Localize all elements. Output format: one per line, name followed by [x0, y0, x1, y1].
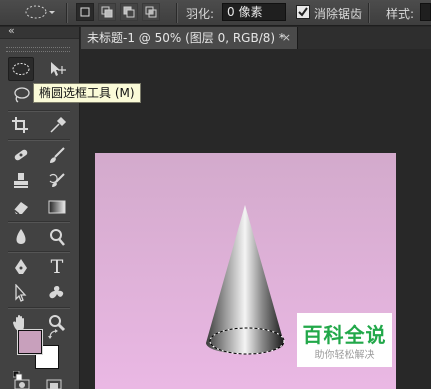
- intersect-selection-button[interactable]: [142, 3, 160, 21]
- separator: [176, 3, 178, 23]
- separator: [8, 251, 70, 253]
- document-tab-title: 未标题-1 @ 50% (图层 0, RGB/8) *: [87, 31, 285, 45]
- new-selection-button[interactable]: [76, 3, 94, 21]
- gradient-tool[interactable]: [44, 195, 70, 219]
- style-label: 样式:: [386, 7, 415, 21]
- subtract-from-selection-button[interactable]: [120, 3, 138, 21]
- pen-tool[interactable]: [8, 255, 34, 279]
- close-tab-button[interactable]: ×: [282, 27, 291, 49]
- brush-tool[interactable]: [44, 143, 70, 167]
- antialias-label: 消除锯齿: [314, 7, 363, 21]
- tools-panel-header: «: [0, 24, 79, 39]
- blur-tool[interactable]: [8, 225, 34, 249]
- feather-label: 羽化:: [186, 7, 215, 21]
- history-brush-tool[interactable]: [44, 169, 70, 193]
- feather-input[interactable]: 0 像素: [222, 3, 286, 21]
- healing-brush-tool[interactable]: [8, 143, 34, 167]
- separator: [8, 307, 70, 309]
- separator: [8, 139, 70, 141]
- quick-mask-button[interactable]: [14, 379, 32, 389]
- type-tool[interactable]: T: [44, 255, 70, 279]
- separator: [368, 3, 370, 23]
- lasso-tool[interactable]: [8, 83, 34, 107]
- options-bar: 羽化: 0 像素 消除锯齿 样式:: [0, 0, 431, 26]
- watermark-title: 百科全说: [302, 323, 387, 347]
- path-selection-tool[interactable]: [8, 281, 34, 305]
- tool-tooltip: 椭圆选框工具 (M): [33, 83, 141, 103]
- swap-colors-icon[interactable]: [48, 329, 60, 341]
- panel-grip[interactable]: [6, 47, 70, 52]
- dodge-tool[interactable]: [44, 225, 70, 249]
- eraser-tool[interactable]: [8, 195, 34, 219]
- add-to-selection-button[interactable]: [98, 3, 116, 21]
- crop-tool[interactable]: [8, 113, 34, 137]
- document-tab[interactable]: 未标题-1 @ 50% (图层 0, RGB/8) * ×: [81, 27, 298, 49]
- eyedropper-tool[interactable]: [44, 113, 70, 137]
- style-select[interactable]: [420, 3, 431, 21]
- separator: [8, 110, 70, 112]
- tools-panel: « T: [0, 24, 80, 389]
- ellipse-marquee-preset-icon[interactable]: [22, 3, 58, 21]
- screen-mode-button[interactable]: [46, 379, 64, 389]
- elliptical-marquee-tool[interactable]: [8, 57, 34, 81]
- custom-shape-tool[interactable]: [44, 281, 70, 305]
- watermark-logo: 百科全说 助你轻松解决: [297, 313, 392, 367]
- separator: [66, 3, 68, 23]
- document-tab-bar: 未标题-1 @ 50% (图层 0, RGB/8) * ×: [81, 27, 431, 49]
- move-tool[interactable]: [44, 57, 70, 81]
- watermark-subtitle: 助你轻松解决: [314, 350, 375, 361]
- collapse-panel-button[interactable]: «: [8, 24, 15, 37]
- type-tool-glyph: T: [50, 256, 64, 278]
- clone-stamp-tool[interactable]: [8, 169, 34, 193]
- foreground-color-swatch[interactable]: [17, 329, 43, 355]
- separator: [8, 221, 70, 223]
- antialias-checkbox[interactable]: [296, 5, 310, 19]
